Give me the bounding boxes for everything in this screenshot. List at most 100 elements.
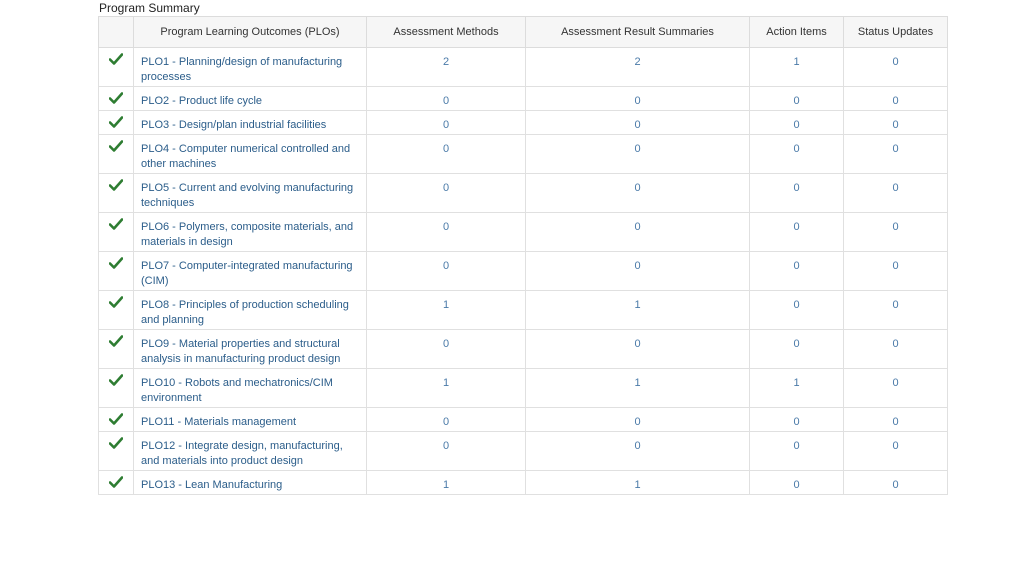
column-header-status-updates[interactable]: Status Updates: [843, 16, 948, 48]
assessment-methods-count[interactable]: 1: [366, 290, 526, 330]
checkmark-icon: [109, 374, 123, 386]
column-header-assessment-methods[interactable]: Assessment Methods: [366, 16, 526, 48]
status-updates-count[interactable]: 0: [843, 431, 948, 471]
action-items-count[interactable]: 0: [749, 110, 844, 135]
assessment-methods-count[interactable]: 1: [366, 368, 526, 408]
row-check-cell: [98, 470, 134, 495]
assessment-methods-count[interactable]: 0: [366, 173, 526, 213]
table-row: PLO2 - Product life cycle 0 0 0 0: [98, 86, 948, 111]
assessment-result-summaries-count[interactable]: 0: [525, 212, 750, 252]
assessment-result-summaries-count[interactable]: 0: [525, 431, 750, 471]
assessment-methods-count[interactable]: 0: [366, 329, 526, 369]
action-items-count[interactable]: 0: [749, 407, 844, 432]
assessment-methods-count[interactable]: 0: [366, 212, 526, 252]
plo-cell: PLO11 - Materials management: [133, 407, 367, 432]
action-items-count[interactable]: 0: [749, 134, 844, 174]
status-updates-count[interactable]: 0: [843, 470, 948, 495]
action-items-count[interactable]: 0: [749, 86, 844, 111]
program-summary-table: Program Learning Outcomes (PLOs) Assessm…: [98, 16, 948, 495]
checkmark-icon: [109, 116, 123, 128]
assessment-methods-count[interactable]: 2: [366, 47, 526, 87]
plo-cell: PLO10 - Robots and mechatronics/CIM envi…: [133, 368, 367, 408]
status-updates-count[interactable]: 0: [843, 251, 948, 291]
assessment-result-summaries-count[interactable]: 0: [525, 110, 750, 135]
row-check-cell: [98, 86, 134, 111]
plo-link[interactable]: PLO1 - Planning/design of manufacturing …: [141, 56, 342, 83]
status-updates-count[interactable]: 0: [843, 290, 948, 330]
plo-link[interactable]: PLO13 - Lean Manufacturing: [141, 479, 282, 491]
assessment-result-summaries-count[interactable]: 0: [525, 329, 750, 369]
table-row: PLO13 - Lean Manufacturing 1 1 0 0: [98, 470, 948, 495]
table-header-row: Program Learning Outcomes (PLOs) Assessm…: [98, 16, 948, 48]
status-updates-count[interactable]: 0: [843, 110, 948, 135]
checkmark-icon: [109, 413, 123, 425]
assessment-methods-count[interactable]: 0: [366, 431, 526, 471]
plo-link[interactable]: PLO9 - Material properties and structura…: [141, 338, 340, 365]
plo-link[interactable]: PLO5 - Current and evolving manufacturin…: [141, 182, 353, 209]
assessment-methods-count[interactable]: 0: [366, 110, 526, 135]
action-items-count[interactable]: 0: [749, 290, 844, 330]
status-updates-count[interactable]: 0: [843, 47, 948, 87]
assessment-result-summaries-count[interactable]: 0: [525, 173, 750, 213]
plo-link[interactable]: PLO6 - Polymers, composite materials, an…: [141, 221, 353, 248]
action-items-count[interactable]: 0: [749, 251, 844, 291]
checkmark-icon: [109, 179, 123, 191]
assessment-result-summaries-count[interactable]: 0: [525, 251, 750, 291]
plo-cell: PLO12 - Integrate design, manufacturing,…: [133, 431, 367, 471]
plo-link[interactable]: PLO10 - Robots and mechatronics/CIM envi…: [141, 377, 333, 404]
table-row: PLO7 - Computer-integrated manufacturing…: [98, 251, 948, 291]
assessment-methods-count[interactable]: 0: [366, 134, 526, 174]
assessment-result-summaries-count[interactable]: 1: [525, 470, 750, 495]
assessment-result-summaries-count[interactable]: 0: [525, 134, 750, 174]
assessment-methods-count[interactable]: 1: [366, 470, 526, 495]
checkmark-icon: [109, 53, 123, 65]
assessment-result-summaries-count[interactable]: 0: [525, 86, 750, 111]
status-updates-count[interactable]: 0: [843, 407, 948, 432]
action-items-count[interactable]: 1: [749, 368, 844, 408]
action-items-count[interactable]: 0: [749, 173, 844, 213]
assessment-methods-count[interactable]: 0: [366, 86, 526, 111]
plo-cell: PLO4 - Computer numerical controlled and…: [133, 134, 367, 174]
column-header-assessment-result-summaries[interactable]: Assessment Result Summaries: [525, 16, 750, 48]
assessment-methods-count[interactable]: 0: [366, 251, 526, 291]
assessment-result-summaries-count[interactable]: 1: [525, 368, 750, 408]
plo-link[interactable]: PLO12 - Integrate design, manufacturing,…: [141, 440, 343, 467]
assessment-result-summaries-count[interactable]: 2: [525, 47, 750, 87]
status-updates-count[interactable]: 0: [843, 329, 948, 369]
plo-link[interactable]: PLO2 - Product life cycle: [141, 95, 262, 107]
action-items-count[interactable]: 0: [749, 431, 844, 471]
status-updates-count[interactable]: 0: [843, 368, 948, 408]
plo-cell: PLO9 - Material properties and structura…: [133, 329, 367, 369]
row-check-cell: [98, 290, 134, 330]
action-items-count[interactable]: 0: [749, 212, 844, 252]
assessment-methods-count[interactable]: 0: [366, 407, 526, 432]
assessment-result-summaries-count[interactable]: 0: [525, 407, 750, 432]
assessment-result-summaries-count[interactable]: 1: [525, 290, 750, 330]
plo-cell: PLO7 - Computer-integrated manufacturing…: [133, 251, 367, 291]
plo-link[interactable]: PLO3 - Design/plan industrial facilities: [141, 119, 326, 131]
plo-link[interactable]: PLO11 - Materials management: [141, 416, 296, 428]
plo-cell: PLO2 - Product life cycle: [133, 86, 367, 111]
action-items-count[interactable]: 0: [749, 329, 844, 369]
row-check-cell: [98, 368, 134, 408]
action-items-count[interactable]: 0: [749, 470, 844, 495]
plo-link[interactable]: PLO4 - Computer numerical controlled and…: [141, 143, 350, 170]
status-updates-count[interactable]: 0: [843, 212, 948, 252]
action-items-count[interactable]: 1: [749, 47, 844, 87]
plo-link[interactable]: PLO8 - Principles of production scheduli…: [141, 299, 349, 326]
column-header-action-items[interactable]: Action Items: [749, 16, 844, 48]
row-check-cell: [98, 110, 134, 135]
table-row: PLO12 - Integrate design, manufacturing,…: [98, 431, 948, 471]
row-check-cell: [98, 251, 134, 291]
plo-link[interactable]: PLO7 - Computer-integrated manufacturing…: [141, 260, 353, 287]
checkmark-icon: [109, 140, 123, 152]
row-check-cell: [98, 407, 134, 432]
column-header-plos[interactable]: Program Learning Outcomes (PLOs): [133, 16, 367, 48]
plo-cell: PLO5 - Current and evolving manufacturin…: [133, 173, 367, 213]
checkmark-icon: [109, 92, 123, 104]
status-updates-count[interactable]: 0: [843, 86, 948, 111]
table-row: PLO4 - Computer numerical controlled and…: [98, 134, 948, 174]
status-updates-count[interactable]: 0: [843, 173, 948, 213]
status-updates-count[interactable]: 0: [843, 134, 948, 174]
row-check-cell: [98, 431, 134, 471]
